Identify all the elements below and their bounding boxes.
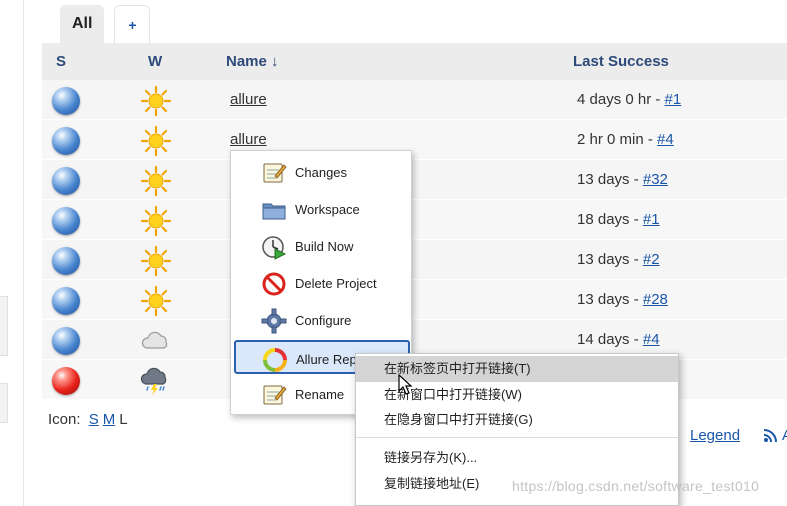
context-menu-item-build-now[interactable]: Build Now [235, 229, 409, 263]
sunny-weather-icon [140, 125, 172, 157]
no-entry-icon [261, 271, 287, 297]
mouse-cursor-icon [398, 374, 413, 395]
gear-icon [261, 308, 287, 334]
context-menu-label: Allure Rep [296, 352, 357, 367]
column-last-success[interactable]: Last Success [573, 53, 669, 70]
panel-notch [0, 296, 8, 356]
icon-size-medium[interactable]: M [103, 411, 116, 428]
last-success-time: 13 days - [577, 251, 643, 268]
success-status-icon [52, 167, 80, 195]
table-row: allure 4 days 0 hr - #1 [42, 80, 787, 120]
sunny-weather-icon [140, 85, 172, 117]
context-menu-label: Configure [295, 313, 352, 328]
last-success-cell: 13 days - #32 [577, 171, 668, 188]
success-status-icon [52, 207, 80, 235]
left-panel-edge [0, 0, 24, 506]
last-success-time: 2 hr 0 min - [577, 131, 658, 148]
table-row: 13 days - #28 [42, 280, 787, 320]
failed-status-icon [52, 367, 80, 395]
last-success-cell: 13 days - #28 [577, 291, 668, 308]
build-link[interactable]: #4 [657, 131, 674, 148]
save-link-as[interactable]: 链接另存为(K)... [356, 445, 678, 471]
sunny-weather-icon [140, 165, 172, 197]
context-menu-item-workspace[interactable]: Workspace [235, 192, 409, 226]
column-name[interactable]: Name ↓ [226, 53, 279, 70]
context-menu-label: Workspace [295, 202, 360, 217]
last-success-time: 13 days - [577, 291, 643, 308]
add-view-tab[interactable]: + [114, 5, 151, 43]
notepad-icon [261, 382, 287, 408]
table-row: 13 days - #2 [42, 240, 787, 280]
notepad-icon [261, 160, 287, 186]
table-row: 13 days - #32 [42, 160, 787, 200]
icon-size-selector: Icon: SML [48, 411, 128, 428]
rss-icon[interactable] [763, 429, 777, 446]
legend-link[interactable]: Legend [690, 427, 740, 444]
last-success-time: 14 days - [577, 331, 643, 348]
context-menu-label: Build Now [295, 239, 354, 254]
menu-separator [356, 437, 678, 438]
success-status-icon [52, 287, 80, 315]
cloudy-weather-icon [140, 325, 172, 357]
job-name-link[interactable]: allure [230, 91, 267, 108]
last-success-time: 13 days - [577, 171, 643, 188]
storm-weather-icon [140, 365, 172, 397]
last-success-time: 18 days - [577, 211, 643, 228]
column-status[interactable]: S [56, 53, 66, 70]
success-status-icon [52, 327, 80, 355]
allure-icon [262, 347, 288, 372]
last-success-cell: 4 days 0 hr - #1 [577, 91, 681, 108]
context-menu-item-delete-project[interactable]: Delete Project [235, 266, 409, 300]
projects-table: S W Name ↓ Last Success allure 4 days 0 h… [42, 43, 787, 400]
folder-icon [261, 197, 287, 223]
context-menu-label: Rename [295, 387, 345, 402]
build-link[interactable]: #28 [643, 291, 668, 308]
sunny-weather-icon [140, 245, 172, 277]
last-success-cell: 14 days - #4 [577, 331, 660, 348]
tab-all[interactable]: All [60, 5, 105, 43]
context-menu-label: Delete Project [295, 276, 377, 291]
success-status-icon [52, 127, 80, 155]
table-row: 18 days - #1 [42, 200, 787, 240]
panel-notch [0, 383, 8, 423]
table-header: S W Name ↓ Last Success [42, 43, 787, 80]
sort-down-icon: ↓ [271, 53, 279, 70]
sunny-weather-icon [140, 205, 172, 237]
last-success-time: 4 days 0 hr - [577, 91, 665, 108]
last-success-cell: 2 hr 0 min - #4 [577, 131, 674, 148]
build-link[interactable]: #1 [643, 211, 660, 228]
column-weather[interactable]: W [148, 53, 162, 70]
build-link[interactable]: #4 [643, 331, 660, 348]
icon-size-label: Icon: [48, 411, 81, 428]
context-menu-item-configure[interactable]: Configure [235, 303, 409, 337]
view-tabs: All + [60, 5, 151, 43]
context-menu-label: Changes [295, 165, 348, 180]
rss-all-link[interactable]: A [782, 427, 787, 444]
icon-size-small[interactable]: S [89, 411, 99, 428]
job-name-link[interactable]: allure [230, 131, 267, 148]
build-link[interactable]: #32 [643, 171, 668, 188]
build-link[interactable]: #1 [665, 91, 682, 108]
last-success-cell: 13 days - #2 [577, 251, 660, 268]
watermark: https://blog.csdn.net/software_test010 [512, 478, 760, 494]
context-menu-item-changes[interactable]: Changes [235, 155, 409, 189]
clock-play-icon [261, 234, 287, 260]
sunny-weather-icon [140, 285, 172, 317]
open-in-incognito[interactable]: 在隐身窗口中打开链接(G) [356, 407, 678, 433]
build-link[interactable]: #2 [643, 251, 660, 268]
last-success-cell: 18 days - #1 [577, 211, 660, 228]
table-row: allure 2 hr 0 min - #4 [42, 120, 787, 160]
success-status-icon [52, 247, 80, 275]
icon-size-large: L [119, 411, 128, 428]
success-status-icon [52, 87, 80, 115]
